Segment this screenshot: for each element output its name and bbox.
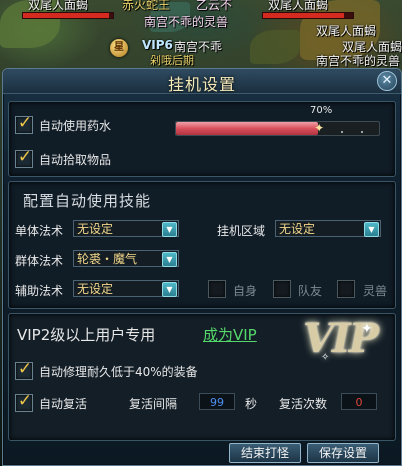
auto-pickup-label: 自动拾取物品	[39, 153, 112, 167]
vip-heading: VIP2级以上用户专用	[17, 326, 156, 344]
slider-tick	[341, 131, 343, 133]
save-settings-button[interactable]: 保存设置	[307, 443, 379, 463]
target-pet-checkbox[interactable]	[337, 280, 355, 298]
skills-heading: 配置自动使用技能	[23, 192, 152, 210]
end-battle-button[interactable]: 结束打怪	[229, 443, 301, 463]
area-select[interactable]: 无设定 ▼	[275, 220, 381, 237]
revive-count-label: 复活次数	[279, 397, 328, 411]
auto-revive-checkbox[interactable]: ✓	[15, 391, 33, 412]
nameplate-enemy[interactable]: 双尾人面蝎	[316, 22, 376, 39]
rank-badge-icon: 星	[110, 39, 128, 57]
nameplate-enemy[interactable]: 双尾人面蝎	[268, 0, 328, 13]
enemy-health-bar	[262, 12, 354, 19]
become-vip-link[interactable]: 成为VIP	[203, 324, 257, 345]
auto-revive-label: 自动复活	[39, 397, 88, 411]
chevron-down-icon[interactable]: ▼	[364, 222, 379, 237]
chevron-down-icon[interactable]: ▼	[162, 222, 177, 237]
group-skill-value: 轮裘・魔气	[77, 252, 138, 266]
check-icon: ✓	[17, 113, 33, 133]
potion-threshold-percent: 70%	[310, 105, 333, 116]
auto-potion-label: 自动使用药水	[39, 119, 112, 133]
potion-threshold-slider[interactable]: ✦	[175, 121, 380, 136]
target-teammate-label: 队友	[298, 284, 323, 298]
target-teammate-checkbox[interactable]	[273, 280, 291, 298]
check-icon: ✓	[17, 391, 33, 411]
single-skill-value: 无设定	[77, 222, 114, 236]
auto-pickup-checkbox[interactable]: ✓	[15, 147, 33, 168]
enemy-health-bar	[22, 12, 114, 19]
revive-interval-input[interactable]: 99	[199, 393, 235, 410]
player-title-fragment: 剁哦后期	[150, 54, 194, 67]
chevron-down-icon[interactable]: ▼	[162, 252, 177, 267]
support-skill-select[interactable]: 无设定 ▼	[73, 280, 179, 297]
support-skill-label: 辅助法术	[15, 284, 64, 298]
check-icon: ✓	[17, 147, 33, 167]
check-icon: ✓	[17, 359, 33, 379]
revive-count-input[interactable]: 0	[341, 393, 377, 410]
skills-panel: 配置自动使用技能 单体法术 无设定 ▼ 挂机区域 无设定 ▼ 群体法术 轮裘・魔…	[8, 181, 396, 309]
single-skill-select[interactable]: 无设定 ▼	[73, 220, 179, 237]
chevron-down-icon[interactable]: ▼	[162, 282, 177, 297]
nameplate-top-text: 乙云不	[196, 0, 233, 12]
group-skill-select[interactable]: 轮裘・魔气 ▼	[73, 250, 179, 267]
potion-threshold-fill	[176, 122, 319, 135]
nameplate-pet[interactable]: 南宫不乖的灵兽	[144, 13, 228, 30]
group-skill-label: 群体法术	[15, 254, 64, 268]
potion-panel: ✓ 自动使用药水 ✓ 自动拾取物品	[8, 101, 396, 177]
auto-repair-checkbox[interactable]: ✓	[15, 359, 33, 380]
target-pet-label: 灵兽	[363, 284, 388, 298]
auto-potion-checkbox[interactable]: ✓	[15, 113, 33, 134]
target-self-checkbox[interactable]	[208, 280, 226, 298]
sparkle-icon: ✧	[321, 352, 330, 363]
area-value: 无设定	[279, 222, 316, 236]
player-vip-level: VIP6	[142, 38, 173, 52]
close-button[interactable]: ✕	[377, 71, 397, 91]
nameplate-enemy[interactable]: 南宫不乖的灵兽	[316, 52, 400, 69]
auto-repair-label: 自动修理耐久低于40%的装备	[39, 365, 198, 379]
dialog-title-bar[interactable]: 挂机设置 ✕	[3, 69, 401, 94]
revive-interval-unit: 秒	[245, 397, 258, 411]
auto-battle-settings-dialog: 挂机设置 ✕ ✓ 自动使用药水 ✓ 自动拾取物品 70% ✦ 配置自动使用技能 …	[2, 68, 402, 466]
single-skill-label: 单体法术	[15, 224, 64, 238]
slider-handle-icon[interactable]: ✦	[314, 118, 324, 138]
scenery-foliage	[250, 30, 300, 64]
sparkle-icon: ✦	[361, 321, 373, 337]
target-self-label: 自身	[233, 284, 258, 298]
area-label: 挂机区域	[217, 224, 266, 238]
nameplate-enemy[interactable]: 双尾人面蝎	[28, 0, 88, 13]
slider-tick	[361, 131, 363, 133]
dialog-title: 挂机设置	[167, 75, 236, 94]
revive-interval-label: 复活间隔	[129, 397, 178, 411]
nameplate-top-text: 赤火蛇王	[122, 0, 171, 12]
support-skill-value: 无设定	[77, 282, 114, 296]
close-icon: ✕	[381, 73, 393, 88]
